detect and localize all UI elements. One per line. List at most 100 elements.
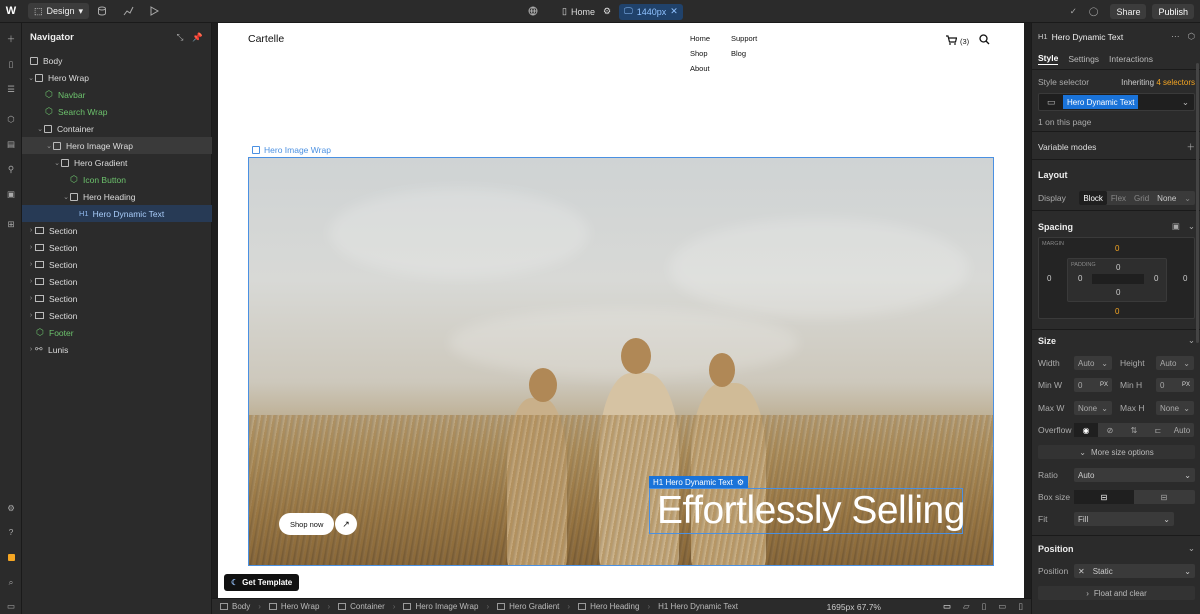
publish-button[interactable]: Publish [1152, 4, 1194, 19]
ratio-select[interactable]: Auto ⌄ [1074, 468, 1195, 482]
display-flex[interactable]: Flex [1107, 191, 1130, 205]
preview-play-icon[interactable] [141, 0, 167, 23]
breadcrumb-item[interactable]: Hero Image Wrap [403, 602, 478, 611]
hero-dynamic-text[interactable]: Effortlessly Selling [657, 488, 965, 534]
chevron-down-icon[interactable]: ⌄ [53, 159, 61, 167]
tree-item-navbar[interactable]: ⬡ Navbar [22, 86, 212, 103]
overflow-clip-icon[interactable]: ⊏ [1146, 423, 1170, 437]
display-segmented-control[interactable]: Block Flex Grid None ⌄ [1079, 191, 1195, 205]
overflow-hidden-icon[interactable]: ⊘ [1098, 423, 1122, 437]
overflow-visible-eye-icon[interactable]: ◉ [1074, 423, 1098, 437]
search-icon[interactable]: ⌕ [3, 574, 19, 590]
element-settings-gear-icon[interactable]: ⚙ [737, 478, 744, 487]
plus-icon[interactable]: ＋ [1186, 141, 1195, 153]
component-create-icon[interactable]: ⬡ [1188, 31, 1195, 42]
tree-item-hero-image-wrap[interactable]: ⌄ Hero Image Wrap [22, 137, 212, 154]
spacing-preset-icon[interactable]: ▣ [1172, 221, 1180, 232]
min-width-unit[interactable]: PX [1100, 382, 1108, 388]
chevron-right-icon[interactable]: › [27, 278, 35, 285]
width-field[interactable]: Auto ⌄ [1074, 356, 1112, 370]
style-selector-field[interactable]: ▭ Hero Dynamic Text ⌄ [1038, 93, 1195, 111]
margin-top-value[interactable]: 0 [1115, 244, 1119, 253]
chevron-right-icon[interactable]: › [27, 227, 35, 234]
chevron-down-icon[interactable]: ⌄ [1188, 221, 1195, 232]
tablet-icon[interactable]: ▯ [982, 601, 987, 612]
margin-bottom-value[interactable]: 0 [1115, 307, 1119, 316]
comment-icon[interactable]: ◯ [1089, 6, 1099, 17]
site-logo[interactable]: Cartelle [248, 33, 284, 45]
help-icon[interactable]: ? [3, 524, 19, 540]
site-page[interactable]: Cartelle Home Support Shop Blog About (3… [218, 23, 1024, 598]
close-icon[interactable]: ✕ [670, 6, 678, 17]
pages-icon[interactable]: ▯ [3, 56, 19, 72]
display-none[interactable]: None [1153, 191, 1180, 205]
fit-select[interactable]: Fill ⌄ [1074, 512, 1174, 526]
tablet-landscape-icon[interactable]: ▱ [963, 601, 970, 612]
chevron-right-icon[interactable]: › [27, 312, 35, 319]
audit-icon[interactable] [3, 549, 19, 565]
desktop-icon[interactable]: ▭ [943, 601, 951, 612]
search-icon[interactable] [979, 34, 990, 47]
max-height-field[interactable]: None ⌄ [1156, 401, 1194, 415]
padding-left-value[interactable]: 0 [1078, 274, 1082, 283]
float-and-clear-button[interactable]: › Float and clear [1038, 586, 1195, 600]
globe-icon[interactable] [528, 6, 538, 18]
tree-item-search-wrap[interactable]: ⬡ Search Wrap [22, 103, 212, 120]
arrow-up-right-icon[interactable]: ↗ [335, 513, 357, 535]
settings-gear-icon[interactable]: ⚙ [3, 500, 19, 516]
navigator-icon[interactable]: ☰ [3, 81, 19, 97]
nav-link-shop[interactable]: Shop [690, 49, 731, 58]
checkmark-icon[interactable]: ✓ [1070, 6, 1077, 17]
chevron-right-icon[interactable]: › [27, 346, 35, 353]
design-mode-button[interactable]: ⬚ Design ▾ [28, 3, 90, 19]
breakpoint-chip[interactable]: 🖵 1440px ✕ [619, 3, 683, 20]
video-tutorials-icon[interactable]: ▭ [3, 598, 19, 614]
nav-link-blog[interactable]: Blog [731, 49, 771, 58]
tab-interactions[interactable]: Interactions [1109, 54, 1153, 64]
tree-item-section[interactable]: › Section [22, 256, 212, 273]
add-elements-plus-icon[interactable]: ＋ [3, 31, 19, 47]
margin-right-value[interactable]: 0 [1183, 274, 1187, 283]
tree-item-icon-button[interactable]: ⬡ Icon Button [22, 171, 212, 188]
min-height-unit[interactable]: PX [1182, 382, 1190, 388]
tree-item-section[interactable]: › Section [22, 222, 212, 239]
position-select[interactable]: ✕ Static ⌄ [1074, 564, 1195, 578]
analytics-icon[interactable] [115, 0, 141, 23]
more-options-icon[interactable]: ⋯ [1171, 31, 1180, 42]
box-size-control[interactable]: ⊟ ⊟ [1074, 490, 1195, 504]
tree-item-footer[interactable]: ⬡ Footer [22, 324, 212, 341]
get-template-button[interactable]: ☾ Get Template [224, 574, 300, 591]
min-width-field[interactable]: 0 PX [1074, 378, 1112, 392]
chevron-down-icon[interactable]: ⌄ [1188, 335, 1195, 346]
overflow-control[interactable]: ◉ ⊘ ⇅ ⊏ Auto [1074, 423, 1194, 437]
tree-item-hero-gradient[interactable]: ⌄ Hero Gradient [22, 154, 212, 171]
nav-link-about[interactable]: About [690, 64, 731, 73]
display-grid[interactable]: Grid [1130, 191, 1153, 205]
cms-icon[interactable] [89, 0, 115, 23]
chevron-down-icon[interactable]: ⌄ [1188, 543, 1195, 554]
max-width-field[interactable]: None ⌄ [1074, 401, 1112, 415]
breadcrumb-item[interactable]: Body [220, 602, 250, 611]
chevron-down-icon[interactable]: ⌄ [45, 142, 53, 150]
spacing-header[interactable]: Spacing ▣ ⌄ [1038, 221, 1195, 232]
tab-settings[interactable]: Settings [1068, 54, 1099, 64]
tree-item-section[interactable]: › Section [22, 307, 212, 324]
page-selector[interactable]: ▯ Home ⚙ [562, 6, 611, 17]
breadcrumb-item[interactable]: Container [338, 602, 385, 611]
min-height-field[interactable]: 0 PX [1156, 378, 1194, 392]
cart-button[interactable]: (3) [946, 35, 969, 47]
collapse-all-icon[interactable]: ⤡ [177, 32, 184, 43]
shop-now-button[interactable]: Shop now [279, 513, 335, 535]
panel-scrollbar[interactable] [1196, 63, 1199, 343]
tree-item-section[interactable]: › Section [22, 239, 212, 256]
apps-icon[interactable]: ⊞ [3, 216, 19, 232]
tree-item-lunis[interactable]: › ⚯ Lunis [22, 341, 212, 358]
content-box-icon[interactable]: ⊟ [1134, 490, 1194, 504]
breadcrumb-item[interactable]: Hero Wrap [268, 602, 319, 611]
style-manager-icon[interactable]: ⚲ [3, 161, 19, 177]
padding-bottom-value[interactable]: 0 [1116, 288, 1120, 297]
nav-link-home[interactable]: Home [690, 34, 731, 43]
border-box-icon[interactable]: ⊟ [1074, 490, 1134, 504]
tree-item-body[interactable]: Body [22, 52, 212, 69]
chevron-right-icon[interactable]: › [27, 261, 35, 268]
